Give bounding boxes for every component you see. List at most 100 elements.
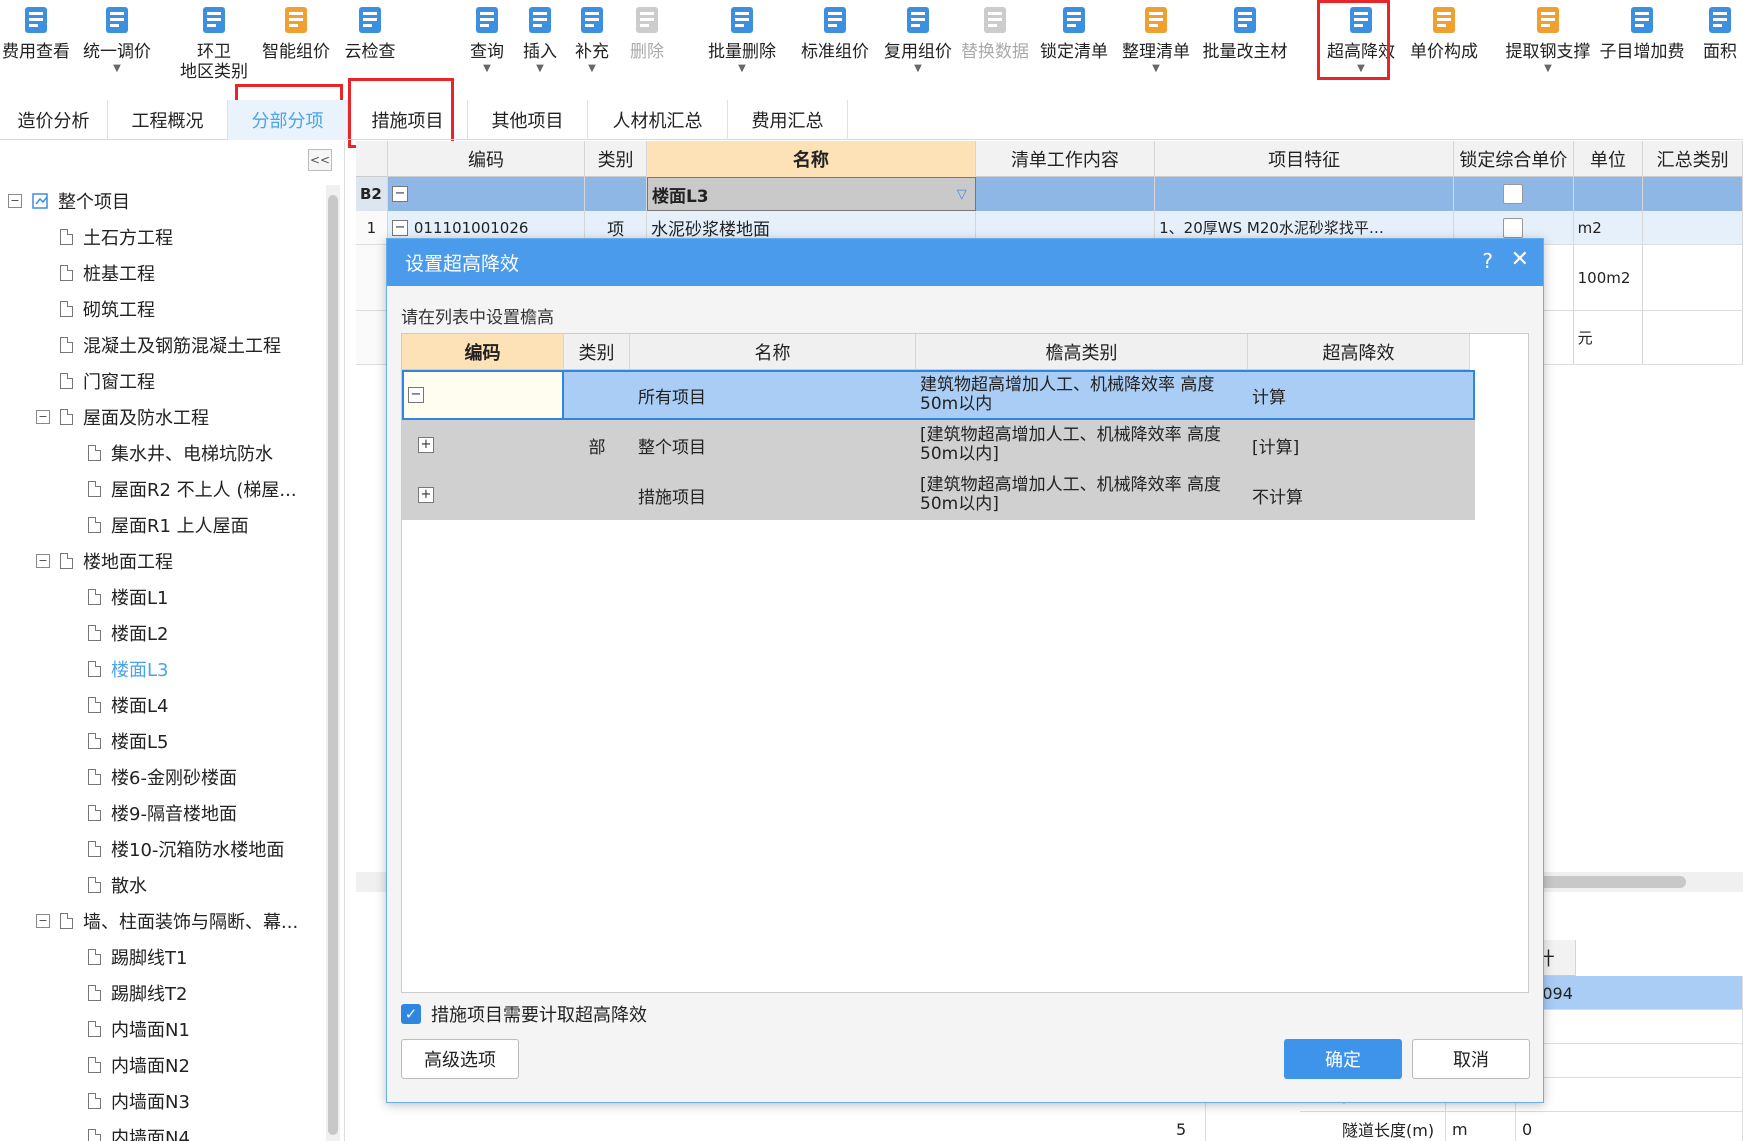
tab-6[interactable]: 费用汇总 xyxy=(728,100,848,140)
tree-node[interactable]: − 楼地面工程 xyxy=(36,545,173,577)
chevron-down-icon[interactable]: ▼ xyxy=(536,64,544,74)
dialog-title-bar[interactable]: 设置超高降效 ? ✕ xyxy=(387,239,1543,286)
tab-0[interactable]: 造价分析 xyxy=(0,100,108,140)
grid-header-cell[interactable]: 汇总类别 xyxy=(1643,141,1743,177)
effect-cell[interactable]: 计算 xyxy=(1248,370,1475,420)
lock-checkbox[interactable] xyxy=(1503,184,1524,204)
tree-node[interactable]: 门窗工程 xyxy=(60,365,155,397)
tab-1[interactable]: 工程概况 xyxy=(108,100,228,140)
toolbar-button-10[interactable]: 标准组价 xyxy=(796,0,874,92)
dialog-header-cell[interactable]: 超高降效 xyxy=(1248,334,1470,370)
chevron-down-icon[interactable]: ▼ xyxy=(113,64,121,74)
collapse-toggle-icon[interactable]: − xyxy=(36,914,50,928)
grid-header-cell[interactable]: 清单工作内容 xyxy=(976,141,1156,177)
tree-node[interactable]: 踢脚线T2 xyxy=(88,977,187,1009)
grid-header-cell[interactable]: 编码 xyxy=(388,141,586,177)
tree-node[interactable]: 内墙面N2 xyxy=(88,1049,190,1081)
collapse-toggle-icon[interactable]: − xyxy=(8,194,22,208)
lock-checkbox[interactable] xyxy=(1503,217,1524,238)
collapse-toggle-icon[interactable]: − xyxy=(36,554,50,568)
eave-type-cell[interactable]: 建筑物超高增加人工、机械降效率 高度50m以内 xyxy=(916,370,1248,420)
tree-node[interactable]: − 整个项目 xyxy=(8,185,130,217)
toolbar-button-13[interactable]: 锁定清单 xyxy=(1036,0,1112,92)
advanced-options-button[interactable]: 高级选项 xyxy=(401,1039,519,1079)
chevron-down-icon[interactable]: ▼ xyxy=(483,64,491,74)
close-icon[interactable]: ✕ xyxy=(1511,247,1529,272)
toolbar-button-0[interactable]: 费用查看 xyxy=(0,0,72,92)
tree-node[interactable]: 散水 xyxy=(88,869,147,901)
grid-header-cell[interactable]: 名称 xyxy=(646,141,976,177)
tree-node[interactable]: − 屋面及防水工程 xyxy=(36,401,209,433)
tree-node[interactable]: 楼面L2 xyxy=(88,617,168,649)
tree-node[interactable]: 楼面L1 xyxy=(88,581,168,613)
expand-icon[interactable]: + xyxy=(418,437,434,453)
tab-2[interactable]: 分部分项 xyxy=(228,100,348,140)
measure-checkbox-row[interactable]: ✓ 措施项目需要计取超高降效 xyxy=(401,1001,647,1027)
chevron-down-icon[interactable]: ▼ xyxy=(914,64,922,74)
toolbar-button-14[interactable]: 整理清单 ▼ xyxy=(1118,0,1194,92)
toolbar-button-17[interactable]: 单价构成 xyxy=(1404,0,1484,92)
table-row[interactable]: − 所有项目 建筑物超高增加人工、机械降效率 高度50m以内 计算 xyxy=(402,370,1475,420)
effect-cell[interactable]: [计算] xyxy=(1248,420,1475,470)
eave-type-cell[interactable]: [建筑物超高增加人工、机械降效率 高度50m以内] xyxy=(916,420,1248,470)
chevron-down-icon[interactable]: ▼ xyxy=(1544,64,1552,74)
effect-cell[interactable]: 不计算 xyxy=(1248,470,1475,520)
tree-node[interactable]: 集水井、电梯坑防水 xyxy=(88,437,273,469)
help-icon[interactable]: ? xyxy=(1482,249,1493,273)
dialog-header-cell[interactable]: 编码 xyxy=(402,334,564,370)
toolbar-button-5[interactable]: 查询 ▼ xyxy=(460,0,514,92)
tree-node[interactable]: 土石方工程 xyxy=(60,221,173,253)
toolbar-button-6[interactable]: 插入 ▼ xyxy=(516,0,564,92)
tree-node[interactable]: 桩基工程 xyxy=(60,257,155,289)
toolbar-button-9[interactable]: 批量删除 ▼ xyxy=(700,0,784,92)
tree-node[interactable]: 楼10-沉箱防水楼地面 xyxy=(88,833,284,865)
table-row[interactable]: + 措施项目 [建筑物超高增加人工、机械降效率 高度50m以内] 不计算 xyxy=(402,470,1475,520)
tree-node[interactable]: 楼面L3 xyxy=(88,653,168,685)
code-cell[interactable]: − xyxy=(402,370,564,420)
toolbar-button-15[interactable]: 批量改主材 xyxy=(1200,0,1290,92)
summary-cell[interactable] xyxy=(1643,211,1743,244)
tree-node[interactable]: 内墙面N1 xyxy=(88,1013,190,1045)
table-row[interactable]: 5 隧道长度(m) m 0 xyxy=(1176,1112,1743,1141)
tree-scrollbar[interactable] xyxy=(326,185,340,1141)
expand-icon[interactable]: + xyxy=(418,487,434,503)
tree-node[interactable]: 楼9-隔音楼地面 xyxy=(88,797,237,829)
chevron-down-icon[interactable]: ▼ xyxy=(588,64,596,74)
collapse-toggle-icon[interactable]: − xyxy=(391,186,408,202)
grid-header-cell[interactable]: 项目特征 xyxy=(1155,141,1455,177)
toolbar-button-7[interactable]: 补充 ▼ xyxy=(568,0,616,92)
table-row[interactable]: + 部 整个项目 [建筑物超高增加人工、机械降效率 高度50m以内] [计算] xyxy=(402,420,1475,470)
toolbar-button-19[interactable]: 子目增加费 xyxy=(1600,0,1685,92)
code-cell[interactable]: + xyxy=(402,420,564,470)
grid-header-cell[interactable]: 单位 xyxy=(1574,141,1644,177)
chevron-down-icon[interactable]: ▼ xyxy=(738,64,746,74)
ok-button[interactable]: 确定 xyxy=(1284,1039,1402,1079)
tree-node[interactable]: 踢脚线T1 xyxy=(88,941,187,973)
tree-node[interactable]: 屋面R1 上人屋面 xyxy=(88,509,249,541)
tree-node[interactable]: 楼面L4 xyxy=(88,689,168,721)
dialog-header-cell[interactable]: 名称 xyxy=(630,334,916,370)
summary-cell[interactable] xyxy=(1643,311,1743,364)
collapse-toggle-icon[interactable]: − xyxy=(36,410,50,424)
dialog-header-cell[interactable]: 檐高类别 xyxy=(916,334,1248,370)
measure-checkbox[interactable]: ✓ xyxy=(401,1004,421,1024)
unit-cell[interactable]: 100m2 xyxy=(1574,245,1644,310)
toolbar-button-11[interactable]: 复用组价 ▼ xyxy=(880,0,956,92)
grid-header-cell[interactable]: 锁定综合单价 xyxy=(1454,141,1574,177)
collapse-toggle-icon[interactable]: − xyxy=(408,387,424,403)
eave-type-cell[interactable]: [建筑物超高增加人工、机械降效率 高度50m以内] xyxy=(916,470,1248,520)
tree-node[interactable]: 内墙面N3 xyxy=(88,1085,190,1117)
tree-node[interactable]: 砌筑工程 xyxy=(60,293,155,325)
tree-node[interactable]: 混凝土及钢筋混凝土工程 xyxy=(60,329,281,361)
group-row[interactable]: B2− 楼面L3 ▽ xyxy=(356,177,1743,211)
toolbar-button-20[interactable]: 面积 xyxy=(1700,0,1740,92)
tree-node[interactable]: 楼6-金刚砂楼面 xyxy=(88,761,237,793)
toolbar-button-3[interactable]: 智能组价 xyxy=(260,0,332,92)
tree-node[interactable]: 内墙面N4 xyxy=(88,1121,190,1141)
unit-cell[interactable]: 元 xyxy=(1574,311,1644,364)
collapse-panel-button[interactable]: << xyxy=(308,149,332,171)
tree-node[interactable]: − 墙、柱面装饰与隔断、幕... xyxy=(36,905,298,937)
toolbar-button-2[interactable]: 环卫 地区类别 xyxy=(168,0,260,92)
tree-node[interactable]: 屋面R2 不上人 (梯屋... xyxy=(88,473,297,505)
chevron-down-icon[interactable]: ▼ xyxy=(1152,64,1160,74)
